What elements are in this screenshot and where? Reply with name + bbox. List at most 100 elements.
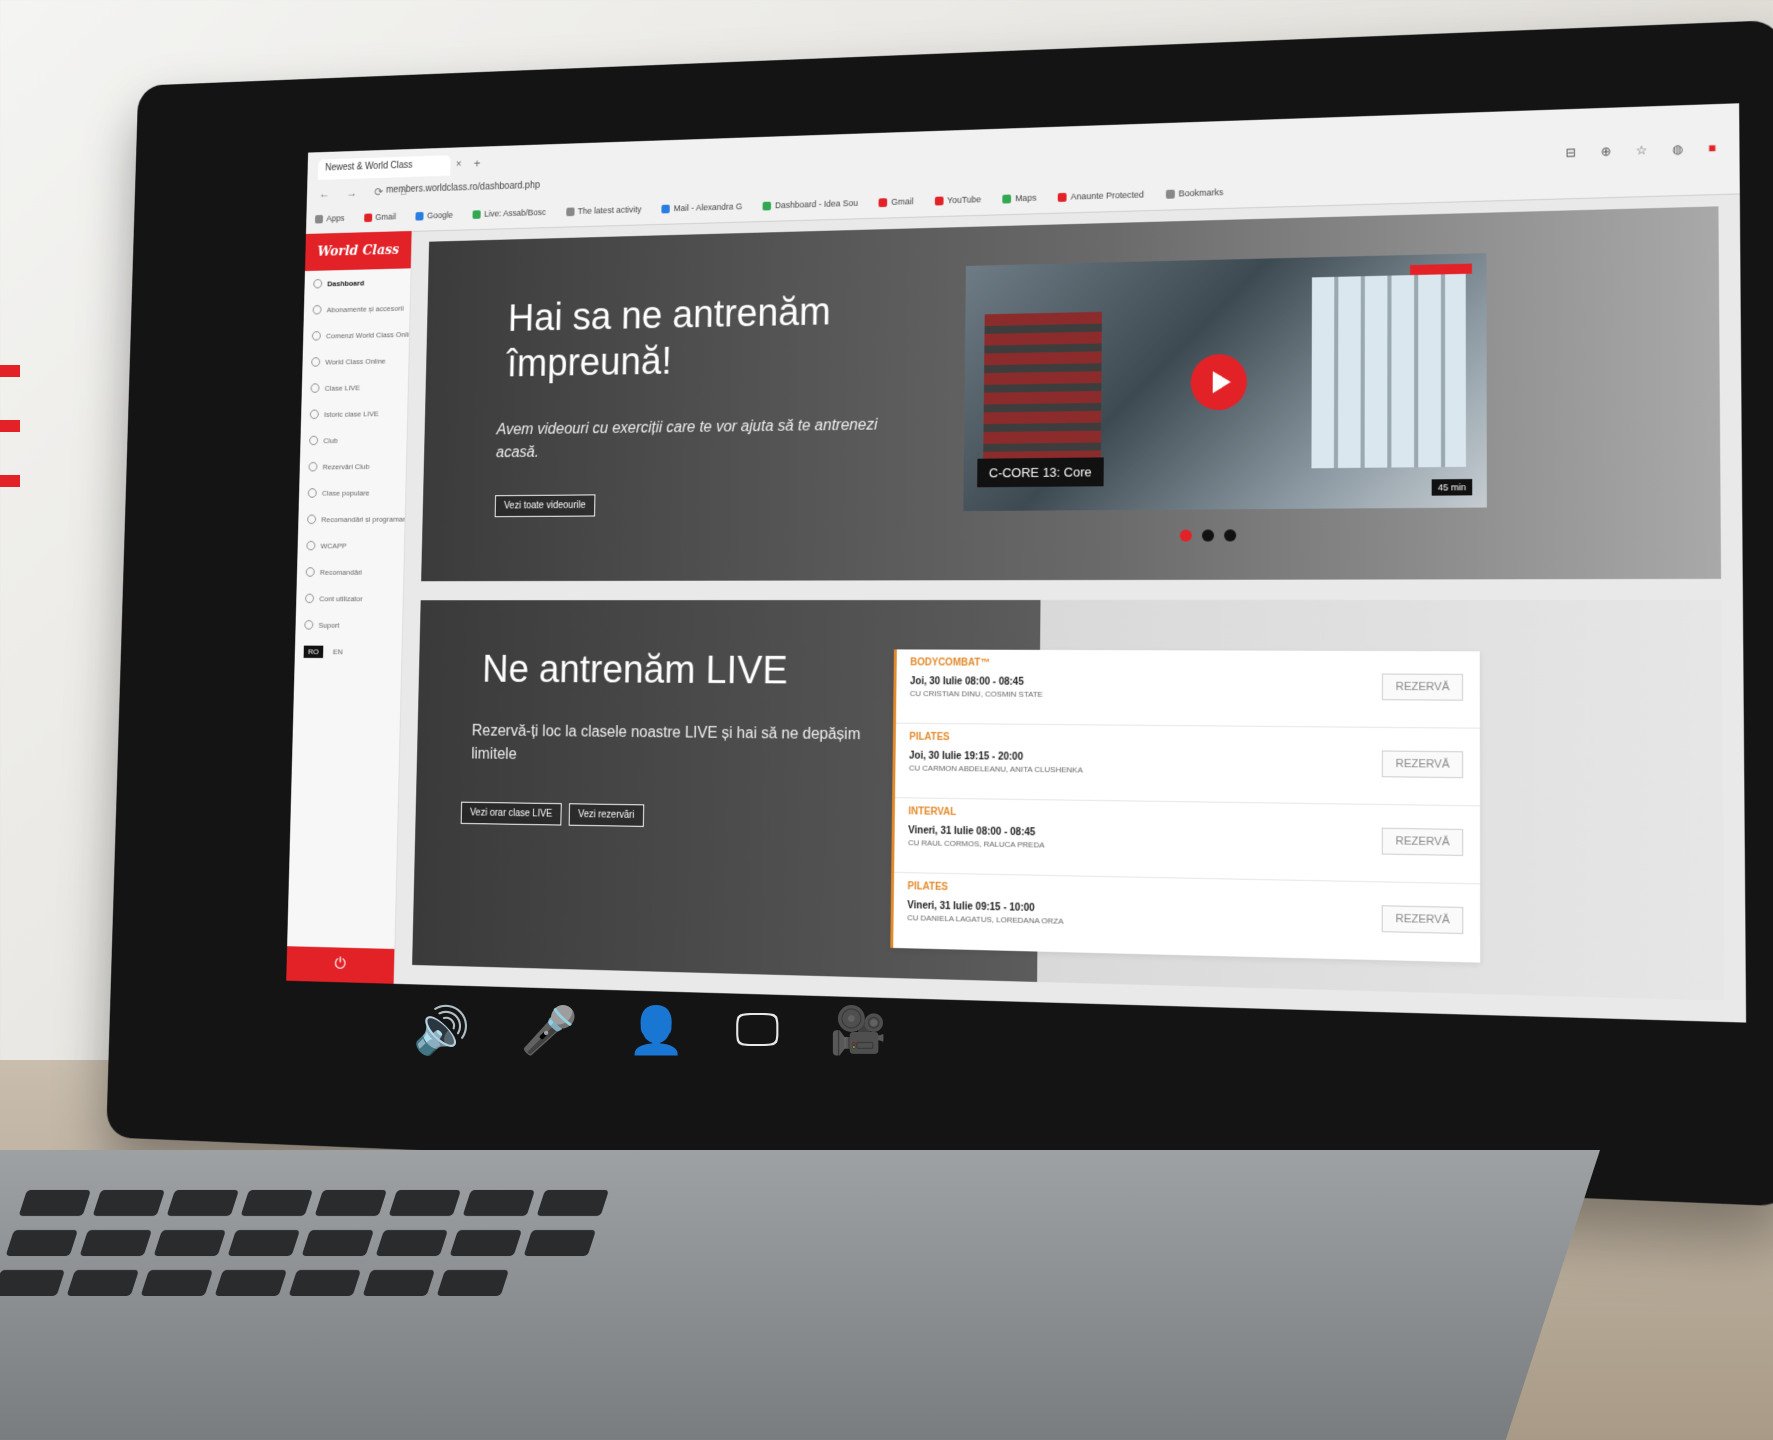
maps-icon xyxy=(1002,194,1012,204)
key xyxy=(92,1190,166,1216)
sidebar-item-dashboard[interactable]: Dashboard xyxy=(304,268,410,297)
class-row: INTERVAL Vineri, 31 Iulie 08:00 - 08:45 … xyxy=(894,798,1481,885)
sidebar-item-label: Clase LIVE xyxy=(324,383,361,393)
reserve-button[interactable]: REZERVĂ xyxy=(1382,750,1464,779)
list-icon xyxy=(307,514,317,525)
play-icon xyxy=(1212,370,1231,394)
sidebar-item-wcapp[interactable]: WCAPP xyxy=(297,532,404,559)
reservations-button[interactable]: Vezi rezervări xyxy=(568,803,644,827)
bookmark[interactable]: Live: Assab/Bosc xyxy=(472,203,546,224)
sidebar-item-subscriptions[interactable]: Abonamente și accesorii xyxy=(304,295,410,324)
class-name: PILATES xyxy=(907,881,949,894)
class-list: BODYCOMBAT™ Joi, 30 Iulie 08:00 - 08:45 … xyxy=(890,649,1481,963)
sidebar-item-support[interactable]: Suport xyxy=(295,612,402,639)
live-subtitle: Rezervă-ți loc la clasele noastre LIVE ș… xyxy=(471,722,861,763)
key-row xyxy=(0,1270,510,1296)
bookmark[interactable]: Gmail xyxy=(363,207,397,227)
extension-icons[interactable]: ⊟ ⊕ ☆ ◍ ■ xyxy=(1566,141,1727,160)
play-button[interactable] xyxy=(1190,353,1248,411)
red-extension-icon[interactable]: ■ xyxy=(1708,141,1727,156)
sidebar-item-club[interactable]: Club xyxy=(300,426,407,454)
hero-banner: Hai sa ne antrenăm împreună! Avem videou… xyxy=(421,206,1722,582)
carousel-dot[interactable] xyxy=(1201,529,1215,542)
bookmark-label: Mail - Alexandra G xyxy=(673,201,743,214)
key xyxy=(153,1230,227,1256)
address-bar[interactable]: members.worldclass.ro/dashboard.php xyxy=(381,176,615,200)
cart-icon xyxy=(311,331,321,341)
video-duration: 45 min xyxy=(1431,479,1473,496)
sidebar-item-recommendations[interactable]: Recomandări xyxy=(297,558,404,585)
bookmark-label: Maps xyxy=(1015,192,1037,204)
sidebar-item-online[interactable]: World Class Online xyxy=(302,347,409,375)
lang-en-button[interactable]: EN xyxy=(328,646,347,658)
reserve-button[interactable]: REZERVĂ xyxy=(1382,673,1464,701)
bookmark-label: Gmail xyxy=(375,211,397,222)
sidebar-item-popular-classes[interactable]: Clase populare xyxy=(299,479,406,506)
bookmark[interactable]: Apps xyxy=(314,209,345,228)
bookmark[interactable]: Maps xyxy=(1002,188,1037,209)
key xyxy=(240,1190,314,1216)
carousel-dot[interactable] xyxy=(1179,529,1192,542)
key-row xyxy=(18,1190,610,1216)
language-switch: RO EN xyxy=(295,638,402,666)
sidebar-item-live-classes[interactable]: Clase LIVE xyxy=(302,373,409,401)
screen-icon[interactable]: 🖵 xyxy=(735,1002,779,1058)
reserve-button[interactable]: REZERVĂ xyxy=(1382,827,1464,856)
thumbs-up-icon xyxy=(305,567,315,577)
bookmark[interactable]: Dashboard - Idea Sou xyxy=(762,193,858,215)
bookmark-label: Live: Assab/Bosc xyxy=(484,207,547,219)
microphone-icon[interactable]: 🎤 xyxy=(521,1003,578,1058)
new-tab-icon[interactable]: + xyxy=(474,156,481,170)
sidebar-item-live-history[interactable]: Istoric clase LIVE xyxy=(301,400,408,428)
star-icon xyxy=(307,488,317,498)
class-name: PILATES xyxy=(909,731,950,744)
lang-ro-button[interactable]: RO xyxy=(303,645,324,658)
bookmark[interactable]: Google xyxy=(415,205,453,225)
gmail-icon xyxy=(363,213,372,222)
sidebar-item-label: Abonamente și accesorii xyxy=(326,303,404,314)
extension-icon-group[interactable]: ⊟ ⊕ ☆ ◍ xyxy=(1566,142,1694,160)
reserve-button[interactable]: REZERVĂ xyxy=(1381,905,1464,935)
sidebar-item-account[interactable]: Cont utilizator xyxy=(296,585,403,612)
building-icon xyxy=(309,435,319,446)
video-thumbnail[interactable]: C-CORE 13: Core 45 min xyxy=(963,253,1487,512)
key xyxy=(301,1230,375,1256)
bookmark-label: Google xyxy=(426,210,454,221)
carousel-dot[interactable] xyxy=(1224,529,1237,542)
all-videos-button[interactable]: Vezi toate videourile xyxy=(494,494,595,518)
key xyxy=(140,1270,214,1296)
key xyxy=(523,1230,597,1256)
live-section: Ne antrenăm LIVE Rezervă-ți loc la clase… xyxy=(412,599,1725,1001)
bookmark-label: The latest activity xyxy=(577,204,642,216)
youtube-icon xyxy=(934,196,944,206)
close-tab-icon[interactable]: × xyxy=(456,158,462,169)
bookmark[interactable]: Gmail xyxy=(878,192,914,212)
browser-tab[interactable]: Newest & World Class xyxy=(317,155,451,180)
class-name: BODYCOMBAT™ xyxy=(910,657,991,669)
bookmark-icon xyxy=(565,207,575,216)
folder-icon xyxy=(1165,189,1175,199)
sidebar-item-label: Suport xyxy=(318,620,340,630)
sound-icon[interactable]: 🔊 xyxy=(413,1003,470,1058)
sidebar-item-recommendations-schedule[interactable]: Recomandări și programare xyxy=(298,505,405,532)
key xyxy=(5,1230,79,1256)
bookmark[interactable]: Mail - Alexandra G xyxy=(661,197,742,218)
sidebar-item-online-orders[interactable]: Comenzi World Class Online xyxy=(303,321,409,349)
world-class-logo[interactable]: World Class xyxy=(304,230,412,272)
bookmark[interactable]: Anaunte Protected xyxy=(1057,185,1144,207)
key xyxy=(375,1230,449,1256)
logout-button[interactable]: ⏻ xyxy=(286,946,395,984)
live-schedule-button[interactable]: Vezi orar clase LIVE xyxy=(460,801,562,826)
decorative-red-mark xyxy=(0,420,20,432)
user-icon xyxy=(305,593,315,604)
bookmark[interactable]: Bookmarks xyxy=(1165,182,1224,203)
bookmark-label: Anaunte Protected xyxy=(1070,189,1144,202)
phone-icon xyxy=(306,540,316,551)
key xyxy=(314,1190,388,1216)
class-row: PILATES Joi, 30 Iulie 19:15 - 20:00 cu C… xyxy=(895,723,1480,807)
bookmark[interactable]: The latest activity xyxy=(565,200,642,221)
user-icon[interactable]: 👤 xyxy=(628,1003,685,1058)
camera-icon[interactable]: 🎥 xyxy=(829,1003,886,1058)
bookmark[interactable]: YouTube xyxy=(934,190,982,211)
sidebar-item-club-reservations[interactable]: Rezervări Club xyxy=(299,453,406,480)
